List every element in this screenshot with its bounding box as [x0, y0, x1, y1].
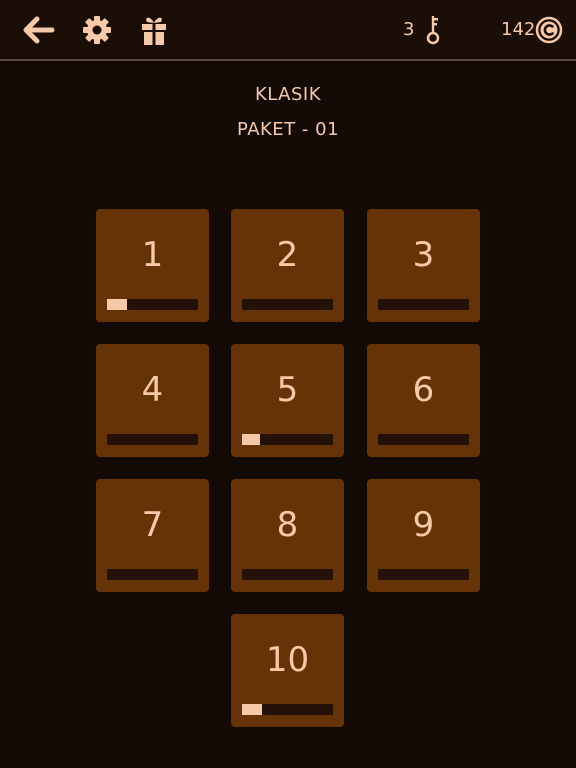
level-progress-bar: [242, 569, 333, 580]
level-number: 3: [412, 235, 435, 275]
level-progress-bar: [378, 299, 469, 310]
level-progress-bar: [107, 569, 198, 580]
level-progress-bar: [378, 569, 469, 580]
level-progress-fill: [107, 299, 128, 310]
level-tile-8[interactable]: 8: [231, 479, 344, 592]
pack-category: KLASIK: [254, 84, 322, 105]
back-arrow-icon: [23, 16, 55, 44]
level-tile-7[interactable]: 7: [96, 479, 209, 592]
gift-icon: [142, 17, 166, 45]
top-bar: 3 142: [0, 0, 576, 61]
level-number: 8: [276, 505, 299, 545]
level-number: 6: [412, 370, 435, 410]
keys-display[interactable]: [413, 10, 453, 50]
level-progress-bar: [242, 299, 333, 310]
pack-name: PAKET - 01: [236, 119, 340, 140]
level-tile-3[interactable]: 3: [367, 209, 480, 322]
level-progress-bar: [242, 434, 333, 445]
gear-icon: [83, 16, 111, 44]
coin-icon: [535, 16, 563, 44]
level-progress-bar: [242, 704, 333, 715]
level-progress-fill: [242, 434, 261, 445]
level-tile-2[interactable]: 2: [231, 209, 344, 322]
level-tile-6[interactable]: 6: [367, 344, 480, 457]
level-tile-1[interactable]: 1: [96, 209, 209, 322]
level-number: 4: [141, 370, 164, 410]
level-tile-10[interactable]: 10: [231, 614, 344, 727]
level-tile-5[interactable]: 5: [231, 344, 344, 457]
gift-button[interactable]: [134, 10, 174, 50]
settings-button[interactable]: [77, 10, 117, 50]
level-number: 1: [141, 235, 164, 275]
level-number: 7: [141, 505, 164, 545]
level-tile-4[interactable]: 4: [96, 344, 209, 457]
level-number: 9: [412, 505, 435, 545]
back-button[interactable]: [19, 10, 59, 50]
level-progress-bar: [107, 434, 198, 445]
level-number: 10: [265, 640, 310, 680]
level-tile-9[interactable]: 9: [367, 479, 480, 592]
level-progress-fill: [242, 704, 263, 715]
level-progress-bar: [378, 434, 469, 445]
level-number: 2: [276, 235, 299, 275]
level-progress-bar: [107, 299, 198, 310]
coins-display[interactable]: [529, 10, 569, 50]
level-number: 5: [276, 370, 299, 410]
key-icon: [426, 16, 440, 45]
